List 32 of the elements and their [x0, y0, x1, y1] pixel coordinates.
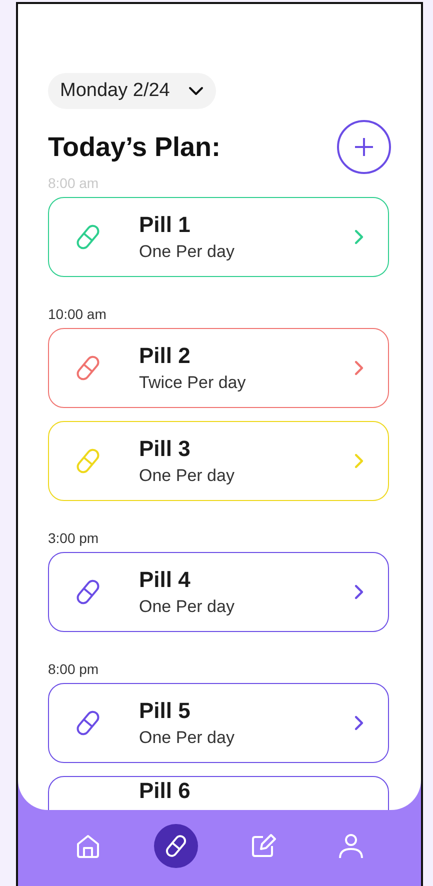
profile-icon[interactable] [337, 832, 366, 860]
chevron-right-icon [354, 453, 364, 469]
chevron-right-icon [354, 715, 364, 731]
pill-dose: One Per day [139, 728, 236, 748]
pill-name: Pill 2 [139, 343, 192, 369]
chevron-right-icon [354, 584, 364, 600]
page-heading: Today’s Plan: [48, 132, 221, 162]
nav-item-selected[interactable] [154, 824, 198, 868]
pill-name: Pill 4 [139, 567, 192, 593]
pill-dose: One Per day [139, 597, 236, 617]
pill-name: Pill 6 [139, 779, 192, 802]
pill-card[interactable]: Pill 5 One Per day [48, 683, 389, 763]
time-label: 3:00 pm [48, 530, 100, 546]
pill-name: Pill 1 [139, 212, 192, 238]
edit-icon[interactable] [249, 832, 278, 860]
chevron-down-icon [188, 86, 204, 96]
pill-card[interactable]: Pill 4 One Per day [48, 552, 389, 632]
date-dropdown[interactable]: Monday 2/24 [48, 73, 216, 109]
pill-dose: One Per day [139, 242, 236, 262]
chevron-right-icon [354, 229, 364, 245]
pill-card[interactable]: Pill 2 Twice Per day [48, 328, 389, 408]
chevron-right-icon [354, 360, 364, 376]
pill-name: Pill 3 [139, 436, 192, 462]
add-button[interactable] [337, 120, 391, 174]
pill-name: Pill 5 [139, 698, 192, 724]
pill-dose: One Per day [139, 466, 236, 486]
time-label: 8:00 pm [48, 661, 100, 677]
pill-card[interactable]: Pill 3 One Per day [48, 421, 389, 501]
plus-icon [354, 137, 374, 157]
pill-card[interactable]: Pill 1 One Per day [48, 197, 389, 277]
time-label: 10:00 am [48, 306, 108, 322]
pill-dose: Twice Per day [139, 373, 247, 393]
